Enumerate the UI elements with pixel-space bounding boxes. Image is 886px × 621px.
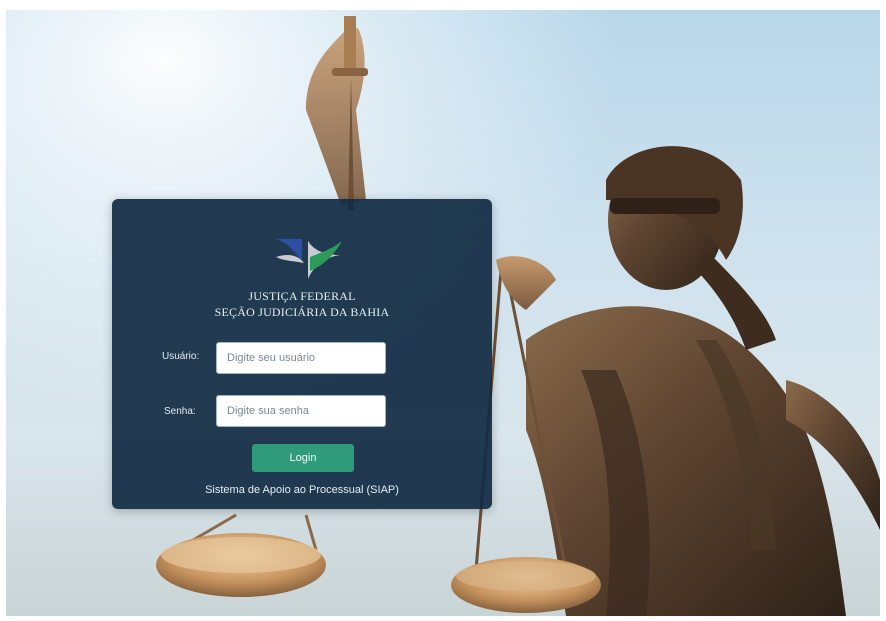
login-panel: JUSTIÇA FEDERAL SEÇÃO JUDICIÁRIA DA BAHI… bbox=[112, 199, 492, 509]
justica-federal-logo-icon bbox=[276, 215, 342, 279]
system-name: Sistema de Apoio ao Processual (SIAP) bbox=[205, 484, 399, 496]
username-input[interactable] bbox=[216, 342, 386, 374]
organization-name: JUSTIÇA FEDERAL bbox=[248, 289, 356, 303]
login-button[interactable]: Login bbox=[252, 444, 354, 472]
organization-section: SEÇÃO JUDICIÁRIA DA BAHIA bbox=[214, 305, 390, 319]
username-label: Usuário: bbox=[162, 351, 200, 362]
password-input[interactable] bbox=[216, 395, 386, 427]
password-label: Senha: bbox=[164, 406, 196, 417]
